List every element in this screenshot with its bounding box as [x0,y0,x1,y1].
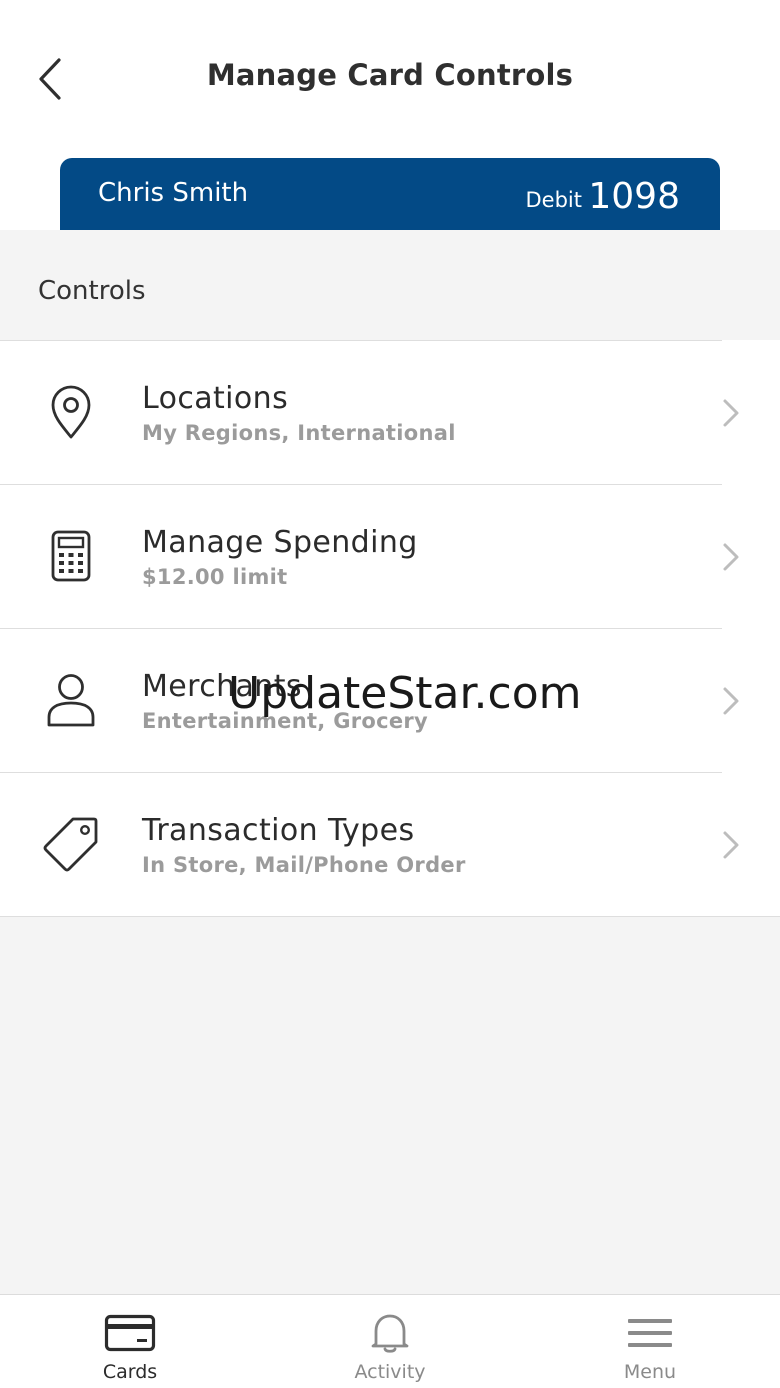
control-subtitle: In Store, Mail/Phone Order [142,853,466,877]
control-title: Manage Spending [142,525,418,560]
tab-cards[interactable]: Cards [0,1295,260,1388]
control-row-transaction-types[interactable]: Transaction Types In Store, Mail/Phone O… [0,772,780,917]
section-label: Controls [38,276,146,306]
control-subtitle: Entertainment, Grocery [142,709,429,733]
header: Manage Card Controls Chris Smith Debit 1… [0,0,780,230]
control-title: Transaction Types [142,813,415,848]
control-row-locations[interactable]: Locations My Regions, International [0,340,780,484]
control-title: Merchants [142,669,302,704]
person-icon [38,667,104,733]
tab-label: Activity [354,1361,426,1383]
row-divider [722,484,780,485]
control-subtitle: My Regions, International [142,421,456,445]
card-holder-name: Chris Smith [98,178,249,208]
tab-bar: Cards Activity Menu [0,1294,780,1388]
tag-icon [38,811,104,877]
chevron-right-icon [723,543,739,571]
bell-icon [362,1311,418,1355]
control-row-merchants[interactable]: Merchants Entertainment, Grocery [0,628,780,772]
tab-label: Menu [623,1361,677,1383]
tab-label: Cards [102,1361,158,1383]
row-divider [722,772,780,773]
control-row-manage-spending[interactable]: Manage Spending $12.00 limit [0,484,780,628]
card-banner[interactable]: Chris Smith Debit 1098 [60,158,720,230]
card-type: Debit [525,188,583,212]
location-pin-icon [38,379,104,445]
calculator-icon [38,523,104,589]
control-title: Locations [142,381,289,416]
row-divider [722,340,780,341]
page-title: Manage Card Controls [206,58,574,92]
tab-menu[interactable]: Menu [520,1295,780,1388]
tab-activity[interactable]: Activity [260,1295,520,1388]
card-last-four: 1098 [588,176,680,217]
control-subtitle: $12.00 limit [142,565,288,589]
chevron-right-icon [723,687,739,715]
controls-list: Locations My Regions, International Mana [0,340,780,917]
row-divider [722,628,780,629]
card-icon [102,1311,158,1355]
chevron-right-icon [723,399,739,427]
hamburger-menu-icon [622,1311,678,1355]
chevron-right-icon [723,831,739,859]
